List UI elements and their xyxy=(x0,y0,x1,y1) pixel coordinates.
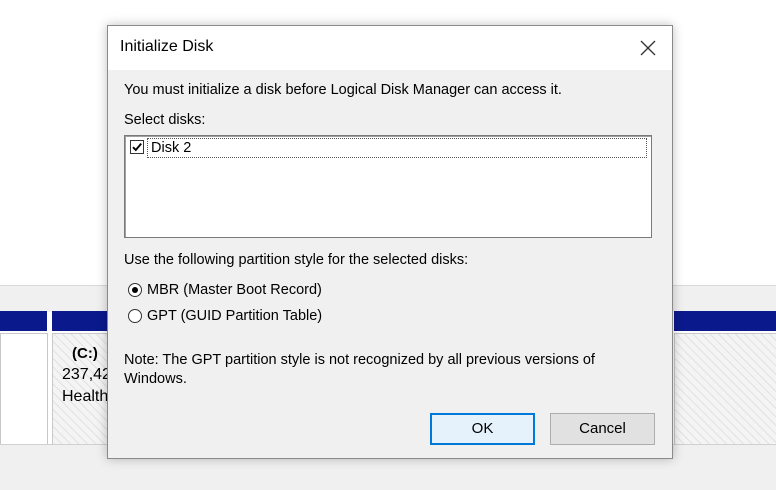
dialog-titlebar[interactable]: Initialize Disk xyxy=(108,26,672,70)
mbr-radio-label: MBR (Master Boot Record) xyxy=(147,282,322,298)
volume-c-size: 237,42 xyxy=(62,366,108,383)
gpt-radio-label: GPT (GUID Partition Table) xyxy=(147,308,323,324)
ok-button[interactable]: OK xyxy=(430,413,535,445)
volume-panel-right[interactable] xyxy=(674,333,776,445)
disk-name: Disk 2 xyxy=(147,138,647,158)
dialog-message: You must initialize a disk before Logica… xyxy=(124,82,562,98)
disk-list[interactable]: Disk 2 xyxy=(124,135,652,238)
checkmark-icon xyxy=(132,142,142,152)
volume-c-bar xyxy=(52,311,108,331)
disk-list-item[interactable]: Disk 2 xyxy=(128,138,648,158)
volume-c-status: Health xyxy=(62,388,108,405)
partition-style-label: Use the following partition style for th… xyxy=(124,252,469,268)
close-icon xyxy=(640,40,656,56)
disk-2-checkbox[interactable] xyxy=(130,140,144,154)
volume-bar-right xyxy=(674,311,776,331)
dialog-title: Initialize Disk xyxy=(120,38,214,55)
disk-info-panel[interactable] xyxy=(0,333,48,445)
mbr-radio-button[interactable] xyxy=(128,283,142,297)
cancel-button[interactable]: Cancel xyxy=(550,413,655,445)
radio-selected-dot xyxy=(132,287,138,293)
volume-c-name: (C:) xyxy=(72,345,98,362)
initialize-disk-dialog: Initialize Disk You must initialize a di… xyxy=(107,25,673,459)
close-button[interactable] xyxy=(632,32,664,64)
gpt-radio-button[interactable] xyxy=(128,309,142,323)
select-disks-label: Select disks: xyxy=(124,112,206,128)
disk-info-bar xyxy=(0,311,47,331)
gpt-note: Note: The GPT partition style is not rec… xyxy=(124,352,595,387)
screen: (C:) 237,42 Health Initialize Disk You m… xyxy=(0,0,776,490)
